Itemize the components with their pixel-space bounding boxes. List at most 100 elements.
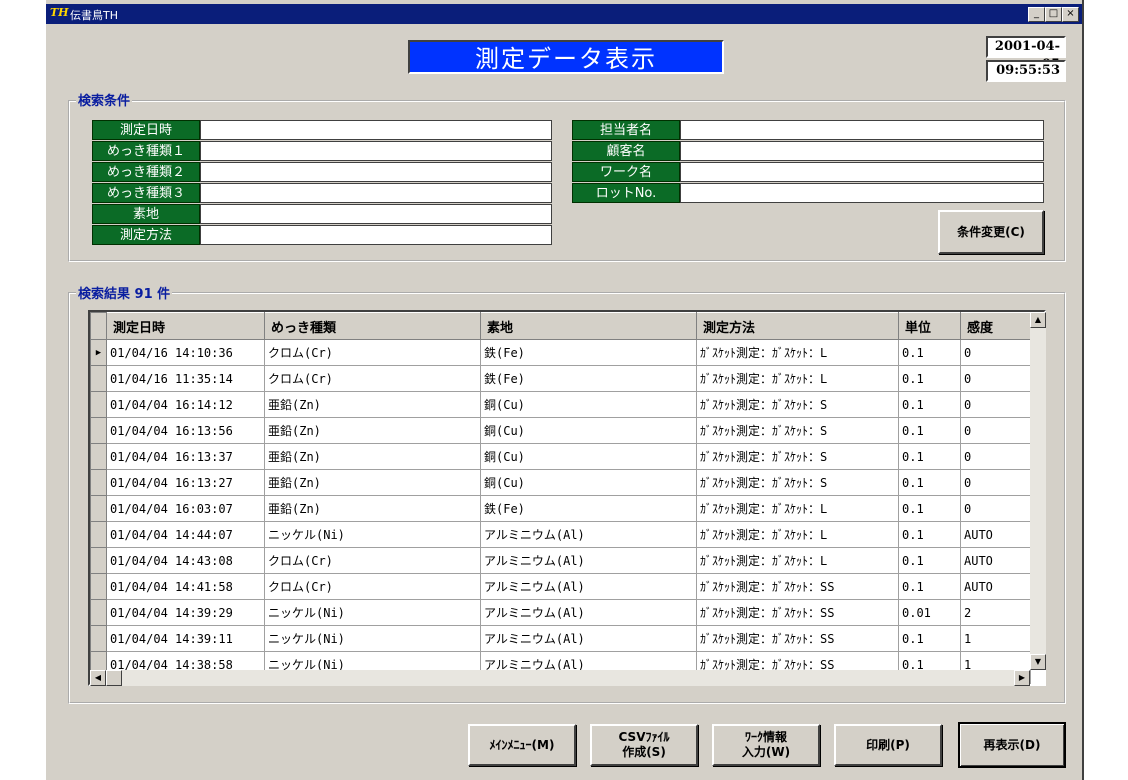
- row-indicator-cell[interactable]: [90, 625, 107, 652]
- row-indicator-cell[interactable]: [90, 417, 107, 444]
- row-indicator-cell[interactable]: [90, 573, 107, 600]
- cell-substrate[interactable]: アルミニウム(Al): [480, 521, 697, 548]
- cell-datetime[interactable]: 01/04/04 14:39:11: [106, 625, 265, 652]
- work-name-field[interactable]: [680, 162, 1044, 182]
- scroll-up-icon[interactable]: ▲: [1030, 312, 1046, 328]
- cell-substrate[interactable]: 鉄(Fe): [480, 495, 697, 522]
- cell-sensitivity[interactable]: AUTO: [960, 521, 1031, 548]
- table-row[interactable]: 01/04/04 14:39:29 ニッケル(Ni) アルミニウム(Al) ｶﾞｽｹｯ…: [90, 599, 1031, 626]
- cell-method[interactable]: ｶﾞｽｹｯﾄ測定：ｶﾞｽｹｯﾄ：S: [696, 443, 899, 470]
- cell-method[interactable]: ｶﾞｽｹｯﾄ測定：ｶﾞｽｹｯﾄ：L: [696, 495, 899, 522]
- column-header-datetime[interactable]: 測定日時: [106, 312, 265, 340]
- cell-sensitivity[interactable]: 2: [960, 599, 1031, 626]
- cell-substrate[interactable]: 鉄(Fe): [480, 365, 697, 392]
- cell-plating[interactable]: ニッケル(Ni): [264, 625, 481, 652]
- cell-unit[interactable]: 0.1: [898, 573, 961, 600]
- substrate-field[interactable]: [200, 204, 552, 224]
- scroll-down-icon[interactable]: ▼: [1030, 654, 1046, 670]
- table-row[interactable]: 01/04/04 14:39:11 ニッケル(Ni) アルミニウム(Al) ｶﾞｽｹｯ…: [90, 625, 1031, 652]
- cell-datetime[interactable]: 01/04/04 16:13:56: [106, 417, 265, 444]
- table-row[interactable]: 01/04/04 14:41:58 クロム(Cr) アルミニウム(Al) ｶﾞｽｹｯﾄ…: [90, 573, 1031, 600]
- cell-unit[interactable]: 0.1: [898, 495, 961, 522]
- close-button[interactable]: ×: [1062, 7, 1079, 22]
- cell-datetime[interactable]: 01/04/04 16:13:37: [106, 443, 265, 470]
- cell-method[interactable]: ｶﾞｽｹｯﾄ測定：ｶﾞｽｹｯﾄ：SS: [696, 625, 899, 652]
- row-indicator-cell[interactable]: [90, 495, 107, 522]
- refresh-button[interactable]: 再表示(D): [958, 722, 1066, 768]
- scroll-right-icon[interactable]: ▶: [1014, 670, 1030, 686]
- column-header-plating[interactable]: めっき種類: [264, 312, 481, 340]
- current-row-indicator-icon[interactable]: ▶: [90, 339, 107, 366]
- cell-datetime[interactable]: 01/04/04 16:14:12: [106, 391, 265, 418]
- column-header-sensitivity[interactable]: 感度: [960, 312, 1031, 340]
- cell-unit[interactable]: 0.1: [898, 521, 961, 548]
- cell-substrate[interactable]: 鉄(Fe): [480, 339, 697, 366]
- cell-substrate[interactable]: 銅(Cu): [480, 417, 697, 444]
- cell-substrate[interactable]: アルミニウム(Al): [480, 573, 697, 600]
- cell-method[interactable]: ｶﾞｽｹｯﾄ測定：ｶﾞｽｹｯﾄ：SS: [696, 573, 899, 600]
- cell-unit[interactable]: 0.1: [898, 443, 961, 470]
- cell-datetime[interactable]: 01/04/04 14:41:58: [106, 573, 265, 600]
- cell-method[interactable]: ｶﾞｽｹｯﾄ測定：ｶﾞｽｹｯﾄ：S: [696, 417, 899, 444]
- cell-plating[interactable]: ニッケル(Ni): [264, 521, 481, 548]
- cell-datetime[interactable]: 01/04/04 16:03:07: [106, 495, 265, 522]
- horizontal-scroll-thumb[interactable]: [106, 670, 122, 686]
- cell-sensitivity[interactable]: AUTO: [960, 573, 1031, 600]
- csv-export-button[interactable]: CSVﾌｧｲﾙ 作成(S): [590, 724, 698, 766]
- cell-sensitivity[interactable]: 0: [960, 495, 1031, 522]
- scroll-left-icon[interactable]: ◀: [90, 670, 106, 686]
- cell-plating[interactable]: 亜鉛(Zn): [264, 495, 481, 522]
- cell-method[interactable]: ｶﾞｽｹｯﾄ測定：ｶﾞｽｹｯﾄ：L: [696, 339, 899, 366]
- cell-substrate[interactable]: アルミニウム(Al): [480, 625, 697, 652]
- cell-unit[interactable]: 0.1: [898, 339, 961, 366]
- cell-substrate[interactable]: 銅(Cu): [480, 443, 697, 470]
- cell-sensitivity[interactable]: 0: [960, 339, 1031, 366]
- cell-plating[interactable]: クロム(Cr): [264, 547, 481, 574]
- cell-datetime[interactable]: 01/04/04 16:13:27: [106, 469, 265, 496]
- cell-sensitivity[interactable]: 0: [960, 365, 1031, 392]
- cell-plating[interactable]: クロム(Cr): [264, 365, 481, 392]
- plating-type-3-field[interactable]: [200, 183, 552, 203]
- cell-sensitivity[interactable]: 0: [960, 391, 1031, 418]
- staff-name-field[interactable]: [680, 120, 1044, 140]
- cell-plating[interactable]: クロム(Cr): [264, 573, 481, 600]
- cell-unit[interactable]: 0.1: [898, 625, 961, 652]
- row-indicator-cell[interactable]: [90, 469, 107, 496]
- table-row[interactable]: 01/04/04 16:14:12 亜鉛(Zn) 銅(Cu) ｶﾞｽｹｯﾄ測定：ｶﾞｽ…: [90, 391, 1031, 418]
- cell-plating[interactable]: 亜鉛(Zn): [264, 417, 481, 444]
- plating-type-1-field[interactable]: [200, 141, 552, 161]
- measure-method-field[interactable]: [200, 225, 552, 245]
- cell-datetime[interactable]: 01/04/04 14:43:08: [106, 547, 265, 574]
- cell-method[interactable]: ｶﾞｽｹｯﾄ測定：ｶﾞｽｹｯﾄ：SS: [696, 599, 899, 626]
- table-row[interactable]: 01/04/16 11:35:14 クロム(Cr) 鉄(Fe) ｶﾞｽｹｯﾄ測定：ｶﾞ…: [90, 365, 1031, 392]
- cell-plating[interactable]: 亜鉛(Zn): [264, 469, 481, 496]
- cell-substrate[interactable]: アルミニウム(Al): [480, 599, 697, 626]
- vertical-scrollbar[interactable]: ▲ ▼: [1030, 312, 1046, 670]
- cell-datetime[interactable]: 01/04/04 14:44:07: [106, 521, 265, 548]
- cell-method[interactable]: ｶﾞｽｹｯﾄ測定：ｶﾞｽｹｯﾄ：L: [696, 547, 899, 574]
- cell-unit[interactable]: 0.1: [898, 469, 961, 496]
- cell-sensitivity[interactable]: 0: [960, 469, 1031, 496]
- column-header-unit[interactable]: 単位: [898, 312, 961, 340]
- minimize-button[interactable]: _: [1028, 7, 1045, 22]
- cell-unit[interactable]: 0.1: [898, 547, 961, 574]
- row-indicator-cell[interactable]: [90, 391, 107, 418]
- cell-sensitivity[interactable]: AUTO: [960, 547, 1031, 574]
- cell-unit[interactable]: 0.1: [898, 391, 961, 418]
- column-header-method[interactable]: 測定方法: [696, 312, 899, 340]
- plating-type-2-field[interactable]: [200, 162, 552, 182]
- print-button[interactable]: 印刷(P): [834, 724, 942, 766]
- horizontal-scrollbar[interactable]: ◀ ▶: [90, 670, 1030, 686]
- cell-plating[interactable]: 亜鉛(Zn): [264, 391, 481, 418]
- cell-method[interactable]: ｶﾞｽｹｯﾄ測定：ｶﾞｽｹｯﾄ：L: [696, 521, 899, 548]
- measure-datetime-field[interactable]: [200, 120, 552, 140]
- lot-no-field[interactable]: [680, 183, 1044, 203]
- cell-datetime[interactable]: 01/04/04 14:39:29: [106, 599, 265, 626]
- cell-method[interactable]: ｶﾞｽｹｯﾄ測定：ｶﾞｽｹｯﾄ：L: [696, 365, 899, 392]
- cell-sensitivity[interactable]: 0: [960, 417, 1031, 444]
- cell-substrate[interactable]: アルミニウム(Al): [480, 547, 697, 574]
- work-info-button[interactable]: ﾜｰｸ情報 入力(W): [712, 724, 820, 766]
- cell-substrate[interactable]: 銅(Cu): [480, 391, 697, 418]
- row-indicator-cell[interactable]: [90, 547, 107, 574]
- row-indicator-cell[interactable]: [90, 443, 107, 470]
